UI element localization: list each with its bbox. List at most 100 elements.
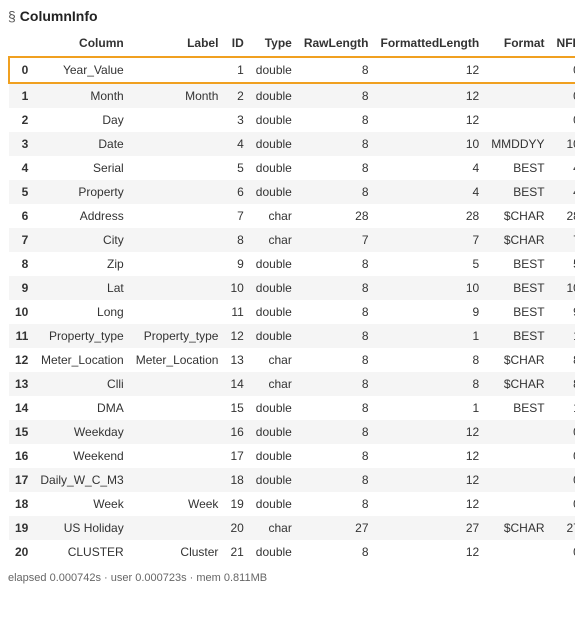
cell-formattedlength: 1 [375, 396, 486, 420]
cell-column: Year_Value [34, 57, 129, 83]
cell-label: Meter_Location [130, 348, 225, 372]
cell-formattedlength: 12 [375, 83, 486, 108]
cell-column: CLUSTER [34, 540, 129, 564]
cell-formattedlength: 12 [375, 57, 486, 83]
cell-formattedlength: 4 [375, 180, 486, 204]
cell-nfl: 8 [551, 348, 575, 372]
cell-format: MMDDYY [485, 132, 550, 156]
table-row[interactable]: 17Daily_W_C_M318double81200 [9, 468, 575, 492]
cell-label [130, 252, 225, 276]
table-row[interactable]: 0Year_Value1double81200 [9, 57, 575, 83]
cell-label [130, 300, 225, 324]
cell-idx: 4 [9, 156, 34, 180]
cell-id: 18 [224, 468, 249, 492]
cell-nfl: 0 [551, 420, 575, 444]
table-row[interactable]: 10Long11double89BEST90 [9, 300, 575, 324]
table-row[interactable]: 19US Holiday20char2727$CHAR270 [9, 516, 575, 540]
cell-idx: 15 [9, 420, 34, 444]
cell-idx: 20 [9, 540, 34, 564]
cell-column: Weekend [34, 444, 129, 468]
cell-idx: 12 [9, 348, 34, 372]
cell-idx: 14 [9, 396, 34, 420]
cell-idx: 0 [9, 57, 34, 83]
cell-rawlength: 27 [298, 516, 375, 540]
table-row[interactable]: 7City8char77$CHAR70 [9, 228, 575, 252]
cell-rawlength: 8 [298, 83, 375, 108]
cell-idx: 10 [9, 300, 34, 324]
table-row[interactable]: 8Zip9double85BEST50 [9, 252, 575, 276]
cell-nfl: 10 [551, 132, 575, 156]
cell-type: double [250, 468, 298, 492]
cell-nfl: 9 [551, 300, 575, 324]
cell-id: 21 [224, 540, 249, 564]
cell-label [130, 396, 225, 420]
cell-nfl: 8 [551, 372, 575, 396]
cell-type: double [250, 180, 298, 204]
cell-idx: 1 [9, 83, 34, 108]
cell-formattedlength: 1 [375, 324, 486, 348]
table-row[interactable]: 11Property_typeProperty_type12double81BE… [9, 324, 575, 348]
cell-type: double [250, 324, 298, 348]
table-row[interactable]: 20CLUSTERCluster21double81200 [9, 540, 575, 564]
cell-formattedlength: 8 [375, 348, 486, 372]
table-row[interactable]: 6Address7char2828$CHAR280 [9, 204, 575, 228]
cell-label [130, 420, 225, 444]
cell-label [130, 228, 225, 252]
cell-formattedlength: 27 [375, 516, 486, 540]
cell-id: 8 [224, 228, 249, 252]
cell-column: Date [34, 132, 129, 156]
cell-formattedlength: 10 [375, 276, 486, 300]
cell-type: double [250, 492, 298, 516]
cell-formattedlength: 12 [375, 540, 486, 564]
table-row[interactable]: 9Lat10double810BEST100 [9, 276, 575, 300]
cell-formattedlength: 7 [375, 228, 486, 252]
cell-formattedlength: 12 [375, 108, 486, 132]
table-row[interactable]: 15Weekday16double81200 [9, 420, 575, 444]
columninfo-table: Column Label ID Type RawLength Formatted… [8, 30, 575, 564]
table-row[interactable]: 14DMA15double81BEST10 [9, 396, 575, 420]
cell-format: $CHAR [485, 204, 550, 228]
table-row[interactable]: 4Serial5double84BEST40 [9, 156, 575, 180]
cell-formattedlength: 4 [375, 156, 486, 180]
cell-column: Daily_W_C_M3 [34, 468, 129, 492]
cell-type: double [250, 83, 298, 108]
page-title: ColumnInfo [20, 8, 98, 24]
cell-column: Long [34, 300, 129, 324]
cell-nfl: 27 [551, 516, 575, 540]
cell-rawlength: 8 [298, 372, 375, 396]
cell-type: double [250, 420, 298, 444]
cell-rawlength: 8 [298, 324, 375, 348]
cell-column: Month [34, 83, 129, 108]
cell-id: 6 [224, 180, 249, 204]
table-row[interactable]: 1MonthMonth2double81200 [9, 83, 575, 108]
cell-column: City [34, 228, 129, 252]
cell-format [485, 57, 550, 83]
col-header-type: Type [250, 30, 298, 57]
table-row[interactable]: 2Day3double81200 [9, 108, 575, 132]
cell-type: char [250, 348, 298, 372]
table-row[interactable]: 16Weekend17double81200 [9, 444, 575, 468]
cell-column: Meter_Location [34, 348, 129, 372]
table-row[interactable]: 5Property6double84BEST40 [9, 180, 575, 204]
cell-label: Week [130, 492, 225, 516]
cell-nfl: 4 [551, 180, 575, 204]
cell-column: Day [34, 108, 129, 132]
table-row[interactable]: 13Clli14char88$CHAR80 [9, 372, 575, 396]
cell-type: double [250, 396, 298, 420]
cell-type: double [250, 252, 298, 276]
cell-rawlength: 8 [298, 252, 375, 276]
cell-column: Clli [34, 372, 129, 396]
table-row[interactable]: 18WeekWeek19double81200 [9, 492, 575, 516]
table-row[interactable]: 3Date4double810MMDDYY100 [9, 132, 575, 156]
cell-format: $CHAR [485, 348, 550, 372]
cell-id: 2 [224, 83, 249, 108]
cell-label: Cluster [130, 540, 225, 564]
cell-format: BEST [485, 276, 550, 300]
cell-format [485, 468, 550, 492]
cell-idx: 11 [9, 324, 34, 348]
cell-column: Address [34, 204, 129, 228]
table-row[interactable]: 12Meter_LocationMeter_Location13char88$C… [9, 348, 575, 372]
cell-id: 1 [224, 57, 249, 83]
cell-label [130, 204, 225, 228]
cell-rawlength: 8 [298, 180, 375, 204]
